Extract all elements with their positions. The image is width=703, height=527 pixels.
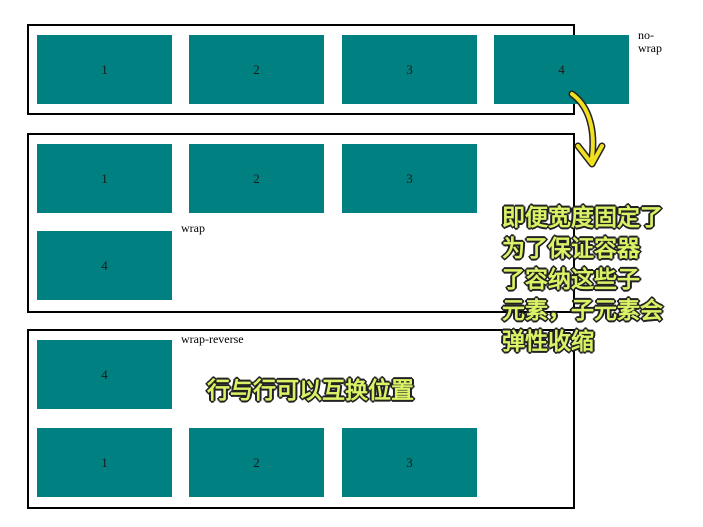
shrink-annotation: 即便宽度固定了 为了保证容器 了容纳这些子 元素，子元素会 弹性收缩	[502, 203, 663, 358]
box-label: 4	[101, 257, 108, 273]
curved-arrow-icon	[568, 90, 606, 168]
wrap-reverse-box-2: 2	[189, 428, 324, 497]
box-label: 1	[101, 170, 108, 186]
nowrap-box-1: 1	[37, 35, 172, 104]
shrink-note-line: 为了保证容器	[502, 236, 640, 262]
shrink-note-line: 弹性收缩	[502, 329, 594, 355]
wrap-reverse-box-1: 1	[37, 428, 172, 497]
box-label: 1	[101, 454, 108, 470]
box-label: 3	[406, 170, 413, 186]
wrap-reverse-box-3: 3	[342, 428, 477, 497]
shrink-note-line: 了容纳这些子	[502, 267, 640, 293]
box-label: 2	[253, 61, 260, 77]
box-label: 3	[406, 61, 413, 77]
box-label: 4	[558, 61, 565, 77]
wrap-caption: wrap	[181, 221, 205, 235]
box-label: 3	[406, 454, 413, 470]
nowrap-box-2: 2	[189, 35, 324, 104]
wrap-box-1: 1	[37, 144, 172, 213]
nowrap-box-3: 3	[342, 35, 477, 104]
wrap-box-2: 2	[189, 144, 324, 213]
box-label: 4	[101, 366, 108, 382]
box-label: 2	[253, 170, 260, 186]
wrap-box-3: 3	[342, 144, 477, 213]
nowrap-caption: no- wrap	[638, 28, 662, 55]
swap-annotation: 行与行可以互换位置	[207, 378, 414, 404]
wrap-reverse-box-4: 4	[37, 340, 172, 409]
wrap-box-4: 4	[37, 231, 172, 300]
box-label: 2	[253, 454, 260, 470]
shrink-note-line: 即便宽度固定了	[502, 205, 663, 231]
wrap-reverse-caption: wrap-reverse	[181, 332, 244, 346]
box-label: 1	[101, 61, 108, 77]
shrink-note-line: 元素，子元素会	[502, 298, 663, 324]
